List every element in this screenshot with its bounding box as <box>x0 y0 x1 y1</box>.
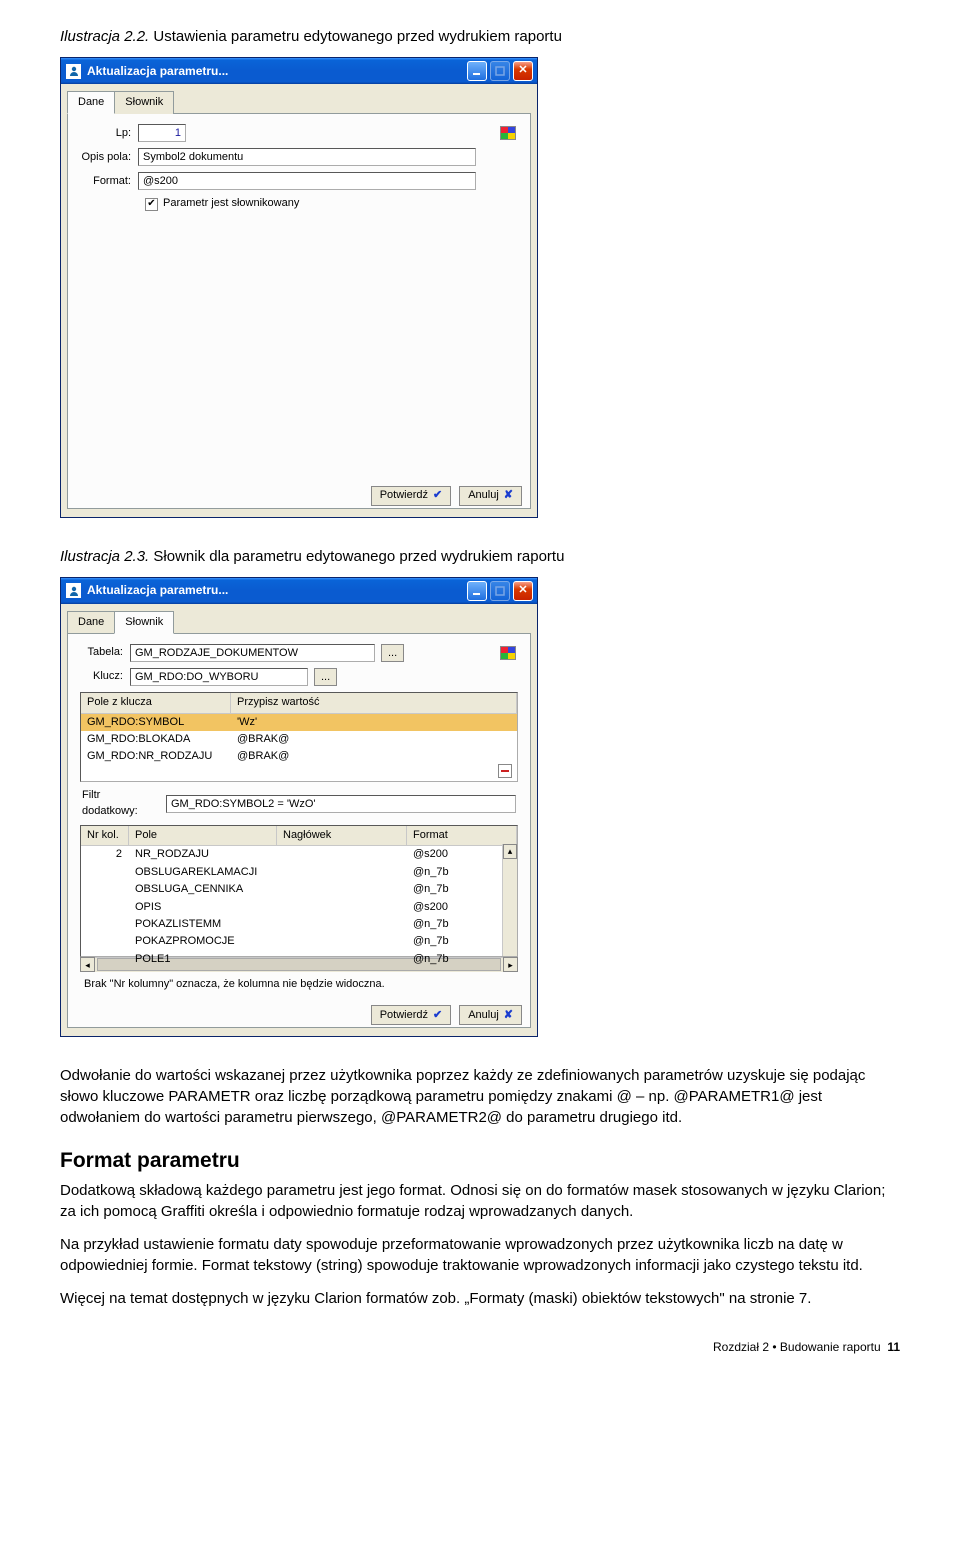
key-list-header-a: Pole z klucza <box>81 693 231 712</box>
confirm-button-2[interactable]: Potwierdź✔ <box>371 1005 452 1025</box>
app-icon <box>66 64 81 79</box>
key-list-row[interactable]: GM_RDO:NR_RODZAJU@BRAK@ <box>81 748 517 765</box>
footer-title: Budowanie raportu <box>780 1340 881 1354</box>
remove-selected-icon[interactable] <box>498 764 512 778</box>
grid-h-nr: Nr kol. <box>81 826 129 845</box>
caption-2-prefix: Ilustracja 2.3. <box>60 548 149 565</box>
tabs-2: Dane Słownik <box>67 610 531 633</box>
para-2: Dodatkową składową każdego parametru jes… <box>60 1180 900 1222</box>
color-options-icon[interactable] <box>500 646 516 660</box>
check-icon: ✔ <box>433 488 442 503</box>
checkbox-icon: ✔ <box>145 198 158 211</box>
page-footer: Rozdział 2 • Budowanie raportu 11 <box>60 1339 900 1356</box>
klucz-input[interactable] <box>130 668 308 686</box>
format-input[interactable] <box>138 172 476 190</box>
maximize-button[interactable] <box>490 581 510 601</box>
filter-input[interactable] <box>166 795 516 813</box>
minimize-button[interactable] <box>467 581 487 601</box>
window-title: Aktualizacja parametru... <box>87 63 467 80</box>
para-3: Na przykład ustawienie formatu daty spow… <box>60 1234 900 1276</box>
tab-dane[interactable]: Dane <box>67 91 115 114</box>
grid-row[interactable]: OBSLUGAREKLAMACJI@n_7b <box>81 864 517 881</box>
caption-1-text: Ustawienia parametru edytowanego przed w… <box>149 28 562 45</box>
grid-h-fmt: Format <box>407 826 517 845</box>
grid-scrollbar-v[interactable]: ▴ <box>502 844 517 956</box>
tabela-label: Tabela: <box>80 645 130 660</box>
minimize-button[interactable] <box>467 61 487 81</box>
para-4: Więcej na temat dostępnych w języku Clar… <box>60 1288 900 1309</box>
lp-label: Lp: <box>80 126 138 141</box>
filter-label: Filtr dodatkowy: <box>80 788 166 819</box>
cancel-button-1[interactable]: Anuluj✘ <box>459 486 522 506</box>
heading-format-parametru: Format parametru <box>60 1146 900 1175</box>
caption-2: Ilustracja 2.3. Słownik dla parametru ed… <box>60 546 900 567</box>
key-list-header-b: Przypisz wartość <box>231 693 517 712</box>
grid-row[interactable]: POKAZPROMOCJE@n_7b <box>81 933 517 950</box>
cancel-x-icon: ✘ <box>504 1008 513 1023</box>
grid-h-nag: Nagłówek <box>277 826 407 845</box>
opis-label: Opis pola: <box>80 150 138 165</box>
close-button[interactable]: ✕ <box>513 581 533 601</box>
color-options-icon[interactable] <box>500 126 516 140</box>
opis-input[interactable] <box>138 148 476 166</box>
tab-dane-2[interactable]: Dane <box>67 611 115 634</box>
tab-slownik-2[interactable]: Słownik <box>114 611 174 634</box>
grid-row[interactable]: OPIS@s200 <box>81 899 517 916</box>
footer-sep: • <box>772 1340 780 1354</box>
scroll-up-icon[interactable]: ▴ <box>503 844 517 859</box>
caption-1: Ilustracja 2.2. Ustawienia parametru edy… <box>60 26 900 47</box>
maximize-button[interactable] <box>490 61 510 81</box>
cancel-button-2[interactable]: Anuluj✘ <box>459 1005 522 1025</box>
grid-row[interactable]: POLE1@n_7b <box>81 951 517 968</box>
grid-row[interactable]: POKAZLISTEMM@n_7b <box>81 916 517 933</box>
key-list-row[interactable]: GM_RDO:SYMBOL'Wz' <box>81 714 517 731</box>
titlebar-1: Aktualizacja parametru... ✕ <box>61 58 537 84</box>
key-list[interactable]: Pole z klucza Przypisz wartość GM_RDO:SY… <box>80 692 518 782</box>
tabela-browse-button[interactable]: ... <box>381 644 404 662</box>
klucz-label: Klucz: <box>80 669 130 684</box>
app-icon <box>66 583 81 598</box>
caption-2-text: Słownik dla parametru edytowanego przed … <box>149 548 564 565</box>
window-1: Aktualizacja parametru... ✕ Dane Słownik… <box>60 57 538 518</box>
klucz-browse-button[interactable]: ... <box>314 668 337 686</box>
para-1: Odwołanie do wartości wskazanej przez uż… <box>60 1065 900 1128</box>
cancel-x-icon: ✘ <box>504 488 513 503</box>
confirm-button-1[interactable]: Potwierdź✔ <box>371 486 452 506</box>
grid-row[interactable]: OBSLUGA_CENNIKA@n_7b <box>81 881 517 898</box>
columns-grid[interactable]: Nr kol. Pole Nagłówek Format 2NR_RODZAJU… <box>80 825 518 957</box>
key-list-row[interactable]: GM_RDO:BLOKADA@BRAK@ <box>81 731 517 748</box>
grid-row[interactable]: 2NR_RODZAJU@s200 <box>81 846 517 863</box>
slownikowany-label: Parametr jest słownikowany <box>163 196 299 211</box>
window-2: Aktualizacja parametru... ✕ Dane Słownik… <box>60 577 538 1038</box>
close-button[interactable]: ✕ <box>513 61 533 81</box>
check-icon: ✔ <box>433 1008 442 1023</box>
format-label: Format: <box>80 174 138 189</box>
titlebar-2: Aktualizacja parametru... ✕ <box>61 578 537 604</box>
footer-chapter: Rozdział 2 <box>713 1340 772 1354</box>
caption-1-prefix: Ilustracja 2.2. <box>60 28 149 45</box>
lp-input[interactable] <box>138 124 186 142</box>
tabs-1: Dane Słownik <box>67 90 531 113</box>
tab-slownik[interactable]: Słownik <box>114 91 174 114</box>
window-title-2: Aktualizacja parametru... <box>87 582 467 599</box>
tabela-input[interactable] <box>130 644 375 662</box>
grid-h-pole: Pole <box>129 826 277 845</box>
grid-note: Brak "Nr kolumny" oznacza, że kolumna ni… <box>80 972 518 995</box>
slownikowany-checkbox[interactable]: ✔ Parametr jest słownikowany <box>145 196 518 211</box>
footer-page-number: 11 <box>887 1340 900 1354</box>
